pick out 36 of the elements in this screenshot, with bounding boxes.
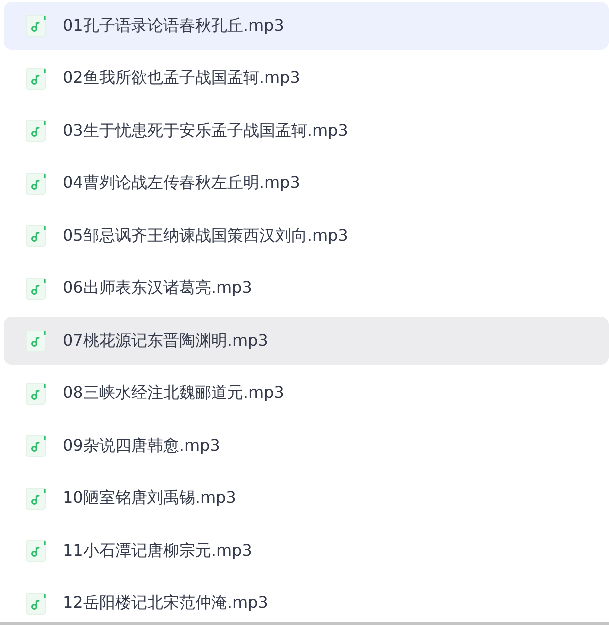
music-file-icon: [26, 382, 47, 404]
file-row[interactable]: 09杂说四唐韩愈.mp3: [4, 422, 609, 470]
music-file-icon: [26, 225, 47, 247]
file-row[interactable]: 02鱼我所欲也孟子战国孟轲.mp3: [4, 54, 609, 102]
file-name: 12岳阳楼记北宋范仲淹.mp3: [63, 593, 268, 614]
file-name: 10陋室铭唐刘禹锡.mp3: [63, 488, 236, 509]
file-name: 06出师表东汉诸葛亮.mp3: [63, 278, 252, 299]
music-file-icon: [26, 592, 47, 614]
file-row[interactable]: 11小石潭记唐柳宗元.mp3: [4, 527, 609, 575]
file-name: 05邹忌讽齐王纳谏战国策西汉刘向.mp3: [63, 226, 348, 246]
music-file-icon: [26, 15, 47, 37]
music-file-icon: [26, 540, 47, 562]
file-row[interactable]: 06出师表东汉诸葛亮.mp3: [4, 264, 609, 312]
music-file-icon: [26, 172, 47, 194]
file-name: 02鱼我所欲也孟子战国孟轲.mp3: [63, 68, 300, 89]
file-name: 07桃花源记东晋陶渊明.mp3: [63, 330, 268, 352]
file-row[interactable]: 04曹刿论战左传春秋左丘明.mp3: [4, 160, 609, 208]
music-file-icon: [26, 435, 47, 457]
file-row[interactable]: 03生于忧患死于安乐孟子战国孟轲.mp3: [4, 107, 609, 155]
file-row[interactable]: 05邹忌讽齐王纳谏战国策西汉刘向.mp3: [4, 212, 609, 260]
music-file-icon: [26, 278, 47, 300]
file-row[interactable]: 12岳阳楼记北宋范仲淹.mp3: [4, 580, 609, 622]
file-row[interactable]: 08三峡水经注北魏郦道元.mp3: [4, 370, 609, 418]
file-row[interactable]: 10陋室铭唐刘禹锡.mp3: [4, 474, 609, 522]
music-file-icon: [26, 120, 47, 142]
file-name: 11小石潭记唐柳宗元.mp3: [63, 540, 252, 562]
music-file-icon: [26, 488, 47, 510]
file-name: 01孔子语录论语春秋孔丘.mp3: [63, 16, 284, 36]
file-name: 09杂说四唐韩愈.mp3: [63, 436, 220, 456]
file-row[interactable]: 07桃花源记东晋陶渊明.mp3: [4, 317, 609, 365]
file-name: 08三峡水经注北魏郦道元.mp3: [63, 383, 284, 404]
file-name: 04曹刿论战左传春秋左丘明.mp3: [63, 173, 300, 194]
file-name: 03生于忧患死于安乐孟子战国孟轲.mp3: [63, 120, 348, 142]
file-row[interactable]: 01孔子语录论语春秋孔丘.mp3: [4, 2, 609, 50]
music-file-icon: [26, 68, 47, 90]
music-file-icon: [26, 330, 47, 352]
